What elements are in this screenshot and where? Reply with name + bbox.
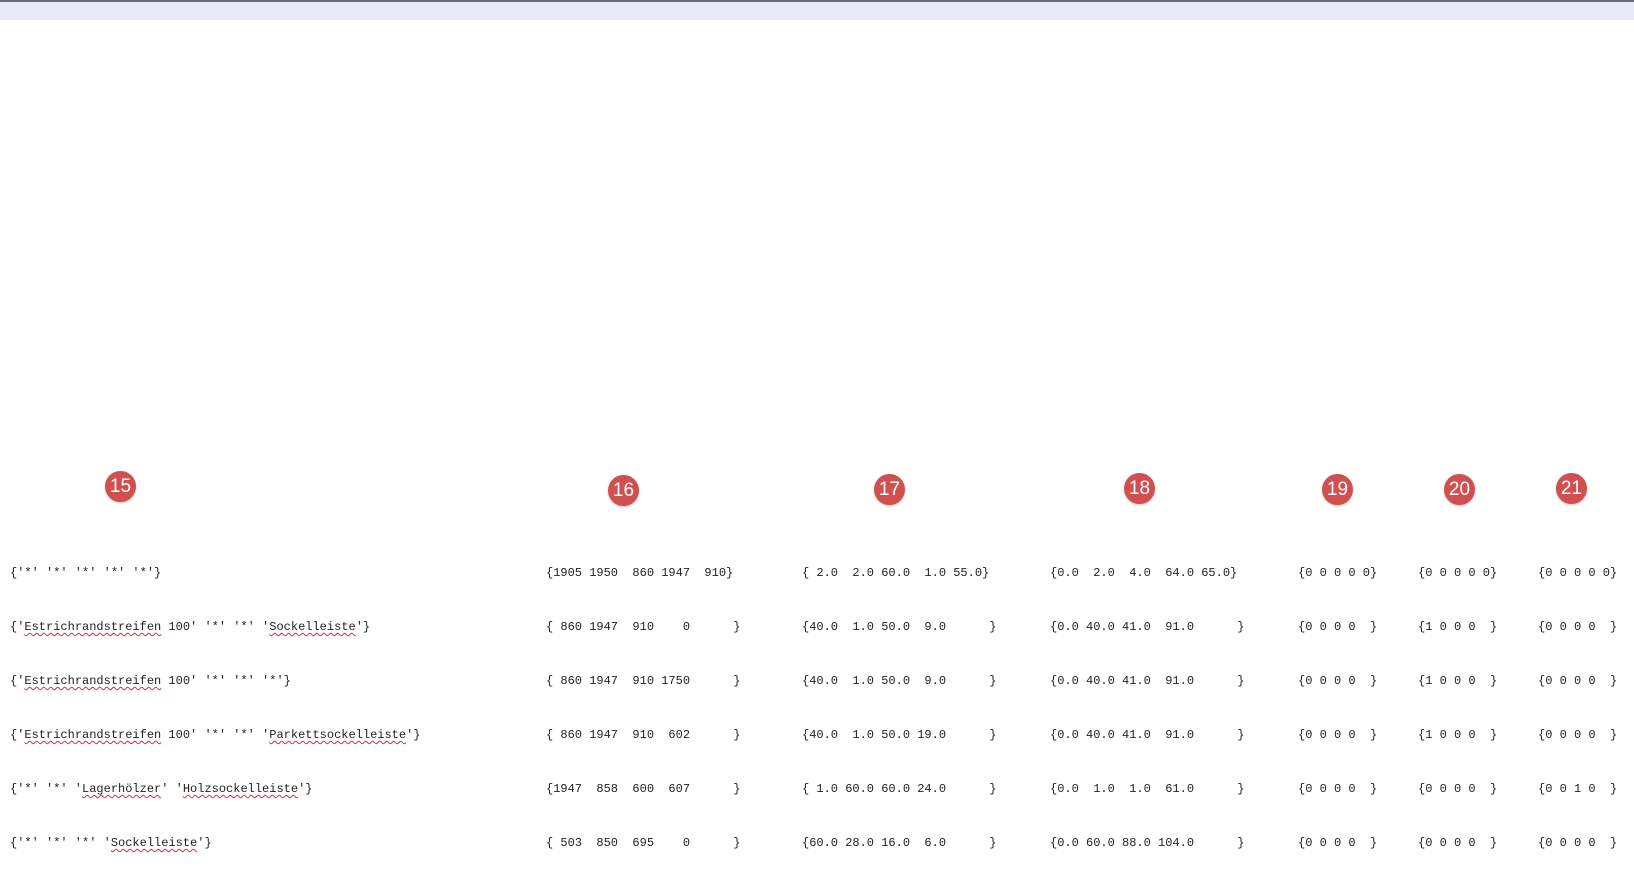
table-cell: {0 0 0 0 } xyxy=(1298,620,1378,634)
table-cell: {0.0 40.0 41.0 91.0 } xyxy=(1050,674,1245,688)
column-20-flags: {0 0 0 0 0} {1 0 0 0 } {1 0 0 0 } {1 0 0… xyxy=(1418,528,1497,888)
table-cell: {0 0 0 0 0} xyxy=(1418,566,1498,580)
marker-21: 21 xyxy=(1556,473,1587,504)
misspelled-word[interactable]: Estrichrandstreifen xyxy=(24,728,161,742)
table-cell: {0 0 0 0 } xyxy=(1298,674,1378,688)
column-18-values: {0.0 2.0 4.0 64.0 65.0} {0.0 40.0 41.0 9… xyxy=(1050,528,1244,888)
table-cell: { 1.0 60.0 60.0 24.0 } xyxy=(802,782,997,796)
window-top-bar xyxy=(0,0,1634,20)
table-cell: { 2.0 2.0 60.0 1.0 55.0} xyxy=(802,566,990,580)
table-cell: {0.0 40.0 41.0 91.0 } xyxy=(1050,620,1245,634)
table-cell: {60.0 28.0 16.0 6.0 } xyxy=(802,836,997,850)
column-15-labels: {'*' '*' '*' '*' '*'} {'Estrichrandstrei… xyxy=(10,528,421,888)
misspelled-word[interactable]: Estrichrandstreifen xyxy=(24,620,161,634)
misspelled-word[interactable]: Sockelleiste xyxy=(111,836,197,850)
table-cell: {0 0 0 0 } xyxy=(1418,836,1498,850)
misspelled-word[interactable]: Parkettsockelleiste xyxy=(269,728,406,742)
table-cell: {1947 858 600 607 } xyxy=(546,782,741,796)
marker-17: 17 xyxy=(874,474,905,505)
table-cell: {0 0 0 0 } xyxy=(1418,782,1498,796)
table-row: {'Estrichrandstreifen 100' '*' '*' 'Park… xyxy=(10,728,421,742)
misspelled-word[interactable]: Estrichrandstreifen xyxy=(24,674,161,688)
misspelled-word[interactable]: Sockelleiste xyxy=(269,620,355,634)
table-cell: {0.0 40.0 41.0 91.0 } xyxy=(1050,728,1245,742)
marker-19: 19 xyxy=(1322,474,1353,505)
marker-16: 16 xyxy=(608,475,639,506)
table-cell: {1905 1950 860 1947 910} xyxy=(546,566,734,580)
misspelled-word[interactable]: Holzsockelleiste xyxy=(183,782,298,796)
table-cell: {0.0 60.0 88.0 104.0 } xyxy=(1050,836,1245,850)
misspelled-word[interactable]: Lagerhölzer xyxy=(82,782,161,796)
column-21-flags: {0 0 0 0 0} {0 0 0 0 } {0 0 0 0 } {0 0 0… xyxy=(1538,528,1617,888)
column-19-flags: {0 0 0 0 0} {0 0 0 0 } {0 0 0 0 } {0 0 0… xyxy=(1298,528,1377,888)
table-cell: {0 0 0 0 } xyxy=(1538,674,1618,688)
marker-20: 20 xyxy=(1444,474,1475,505)
table-row: {'Estrichrandstreifen 100' '*' '*' 'Sock… xyxy=(10,620,371,634)
table-cell: {1 0 0 0 } xyxy=(1418,728,1498,742)
table-cell: {0 0 0 0 } xyxy=(1298,728,1378,742)
marker-18: 18 xyxy=(1124,473,1155,504)
table-cell: {0 0 0 0 0} xyxy=(1298,566,1378,580)
table-cell: {0 0 0 0 } xyxy=(1538,728,1618,742)
column-17-values: { 2.0 2.0 60.0 1.0 55.0} {40.0 1.0 50.0 … xyxy=(802,528,996,888)
table-cell: {40.0 1.0 50.0 19.0 } xyxy=(802,728,997,742)
document-area: 15 16 17 18 19 20 21 {'*' '*' '*' '*' '*… xyxy=(0,20,1634,850)
marker-15: 15 xyxy=(105,471,136,502)
table-cell: {0 0 0 0 } xyxy=(1538,620,1618,634)
table-cell: {40.0 1.0 50.0 9.0 } xyxy=(802,620,997,634)
table-row: {'*' '*' '*' 'Sockelleiste'} xyxy=(10,836,212,850)
table-cell: {0.0 2.0 4.0 64.0 65.0} xyxy=(1050,566,1238,580)
table-cell: {0 0 1 0 } xyxy=(1538,782,1618,796)
table-cell: { 860 1947 910 1750 } xyxy=(546,674,741,688)
table-row: {'*' '*' '*' '*' '*'} xyxy=(10,566,162,580)
table-cell: {0 0 0 0 } xyxy=(1298,836,1378,850)
table-cell: {1 0 0 0 } xyxy=(1418,620,1498,634)
table-cell: { 860 1947 910 602 } xyxy=(546,728,741,742)
table-cell: {0 0 0 0 } xyxy=(1298,782,1378,796)
table-cell: { 503 850 695 0 } xyxy=(546,836,741,850)
table-cell: { 860 1947 910 0 } xyxy=(546,620,741,634)
table-cell: {1 0 0 0 } xyxy=(1418,674,1498,688)
table-cell: {0.0 1.0 1.0 61.0 } xyxy=(1050,782,1245,796)
table-cell: {0 0 0 0 } xyxy=(1538,836,1618,850)
column-16-values: {1905 1950 860 1947 910} { 860 1947 910 … xyxy=(546,528,740,888)
table-cell: {0 0 0 0 0} xyxy=(1538,566,1618,580)
table-row: {'*' '*' 'Lagerhölzer' 'Holzsockelleiste… xyxy=(10,782,313,796)
table-row: {'Estrichrandstreifen 100' '*' '*' '*'} xyxy=(10,674,291,688)
table-cell: {40.0 1.0 50.0 9.0 } xyxy=(802,674,997,688)
